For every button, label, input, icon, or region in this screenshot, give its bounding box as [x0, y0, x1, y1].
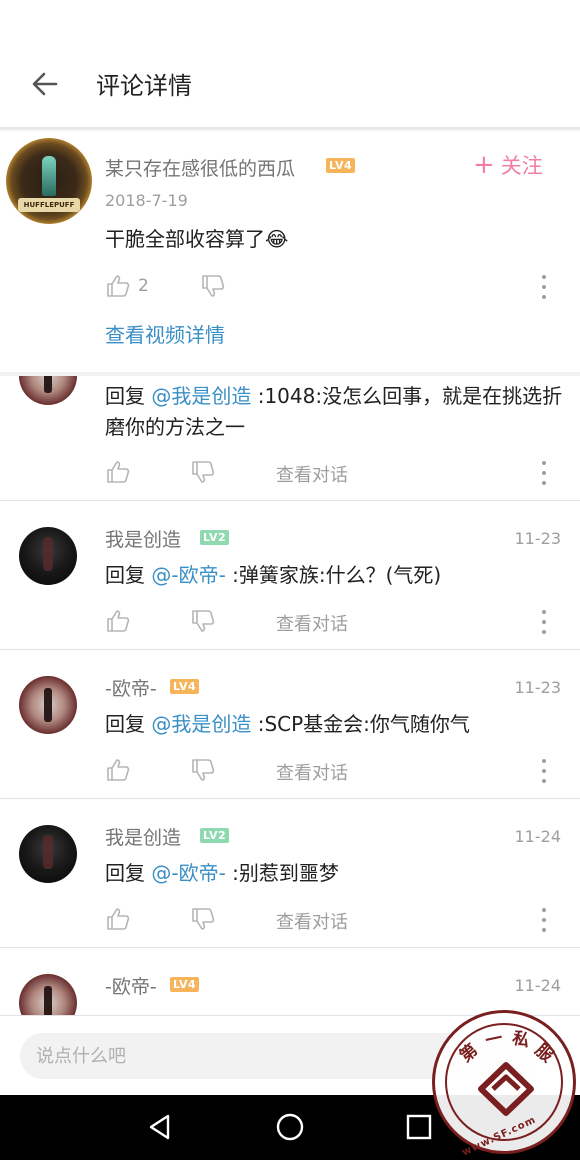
- thumbs-down-icon: [192, 461, 215, 483]
- reply-prefix: 回复: [105, 712, 152, 736]
- plus-icon: +: [473, 150, 495, 180]
- status-bar: [0, 0, 580, 40]
- mention-link[interactable]: @我是创造: [151, 384, 251, 408]
- level-badge: LV4: [326, 158, 356, 173]
- thumbs-up-icon: [107, 610, 130, 632]
- list-item: -欧帝- LV4 11-24: [0, 948, 580, 1015]
- avatar[interactable]: [19, 825, 77, 883]
- reply-prefix: 回复: [105, 384, 152, 408]
- nav-recents-button[interactable]: [401, 1109, 437, 1145]
- reply-prefix: 回复: [105, 861, 152, 885]
- circle-home-icon: [276, 1113, 304, 1141]
- level-badge: LV4: [170, 679, 200, 694]
- reply-text: 回复 @我是创造 :1048:没怎么回事，就是在挑选折磨你的方法之一: [105, 381, 565, 443]
- page-title: 评论详情: [96, 72, 192, 100]
- like-count: 2: [138, 276, 149, 296]
- thumbs-up-icon: [107, 461, 130, 483]
- header: 评论详情: [0, 40, 580, 128]
- like-button[interactable]: [104, 272, 132, 300]
- view-conversation-link[interactable]: 查看对话: [276, 461, 348, 487]
- reply-body: :弹簧家族:什么？(气死): [225, 563, 442, 587]
- square-recents-icon: [406, 1114, 432, 1140]
- comment-text: 干脆全部收容算了😂: [105, 227, 289, 251]
- reply-time: 11-23: [514, 529, 562, 548]
- reply-body: :别惹到噩梦: [225, 861, 339, 885]
- mention-link[interactable]: @我是创造: [151, 712, 251, 736]
- avatar[interactable]: [19, 974, 77, 1015]
- list-item: -欧帝- LV4 11-23 回复 @我是创造 :SCP基金会:你气随你气 查看…: [0, 650, 580, 798]
- dislike-button[interactable]: [189, 756, 217, 784]
- nav-home-button[interactable]: [272, 1109, 308, 1145]
- list-item: 我是创造 LV2 11-23 回复 @-欧帝- :弹簧家族:什么？(气死) 查看…: [0, 501, 580, 649]
- main-comment: HUFFLEPUFF 某只存在感很低的西瓜 LV4 + 关注 2018-7-19…: [0, 132, 580, 372]
- thumbs-down-icon: [192, 610, 215, 632]
- username[interactable]: 某只存在感很低的西瓜: [105, 154, 295, 181]
- username[interactable]: -欧帝-: [105, 972, 157, 999]
- thumbs-down-icon: [192, 759, 215, 781]
- thumbs-up-icon: [107, 759, 130, 781]
- list-item: 我是创造 LV2 11-24 回复 @-欧帝- :别惹到噩梦 查看对话: [0, 799, 580, 947]
- thumbs-up-icon: [107, 908, 130, 930]
- more-icon[interactable]: [539, 461, 549, 485]
- more-icon[interactable]: [539, 759, 549, 783]
- seal-logo-icon: [478, 1062, 534, 1116]
- dislike-button[interactable]: [199, 272, 227, 300]
- like-button[interactable]: [104, 756, 132, 784]
- reply-time: 11-24: [514, 976, 562, 995]
- more-icon[interactable]: [539, 610, 549, 634]
- mention-link[interactable]: @-欧帝-: [151, 563, 225, 587]
- level-badge: LV4: [170, 977, 200, 992]
- view-conversation-link[interactable]: 查看对话: [276, 908, 348, 934]
- username[interactable]: 我是创造: [105, 525, 181, 552]
- username[interactable]: 我是创造: [105, 823, 181, 850]
- reply-text: 回复 @我是创造 :SCP基金会:你气随你气: [105, 709, 470, 740]
- avatar-banner: HUFFLEPUFF: [18, 198, 80, 212]
- level-badge: LV2: [200, 530, 230, 545]
- reply-text: 回复 @-欧帝- :别惹到噩梦: [105, 858, 339, 889]
- watermark-seal: 第 一 私 服 www.SF.com: [432, 1010, 576, 1158]
- more-icon[interactable]: [539, 908, 549, 932]
- username[interactable]: -欧帝-: [105, 674, 157, 701]
- like-button[interactable]: [104, 607, 132, 635]
- nav-back-button[interactable]: [142, 1109, 178, 1145]
- avatar[interactable]: [19, 676, 77, 734]
- reply-text: 回复 @-欧帝- :弹簧家族:什么？(气死): [105, 560, 441, 591]
- comment-date: 2018-7-19: [105, 191, 188, 210]
- thumbs-down-icon: [202, 275, 225, 297]
- thumbs-down-icon: [192, 908, 215, 930]
- view-conversation-link[interactable]: 查看对话: [276, 610, 348, 636]
- triangle-back-icon: [149, 1114, 170, 1140]
- reply-prefix: 回复: [105, 563, 152, 587]
- reply-time: 11-24: [514, 827, 562, 846]
- avatar[interactable]: [19, 527, 77, 585]
- level-badge: LV2: [200, 828, 230, 843]
- mention-link[interactable]: @-欧帝-: [151, 861, 225, 885]
- more-icon[interactable]: [539, 275, 549, 299]
- dislike-button[interactable]: [189, 607, 217, 635]
- like-button[interactable]: [104, 905, 132, 933]
- dislike-button[interactable]: [189, 905, 217, 933]
- view-conversation-link[interactable]: 查看对话: [276, 759, 348, 785]
- arrow-left-icon: [32, 72, 58, 95]
- dislike-button[interactable]: [189, 458, 217, 486]
- avatar[interactable]: HUFFLEPUFF: [6, 138, 92, 224]
- reply-body: :SCP基金会:你气随你气: [251, 712, 470, 736]
- list-item: 回复 @我是创造 :1048:没怎么回事，就是在挑选折磨你的方法之一 查看对话: [0, 376, 580, 500]
- avatar-figure: [42, 156, 56, 196]
- view-video-link[interactable]: 查看视频详情: [105, 319, 225, 348]
- reply-time: 11-23: [514, 678, 562, 697]
- follow-label: 关注: [500, 154, 543, 178]
- like-button[interactable]: [104, 458, 132, 486]
- thumbs-up-icon: [107, 275, 130, 297]
- back-button[interactable]: [0, 40, 90, 128]
- follow-button[interactable]: + 关注: [473, 150, 543, 180]
- avatar[interactable]: [19, 376, 77, 405]
